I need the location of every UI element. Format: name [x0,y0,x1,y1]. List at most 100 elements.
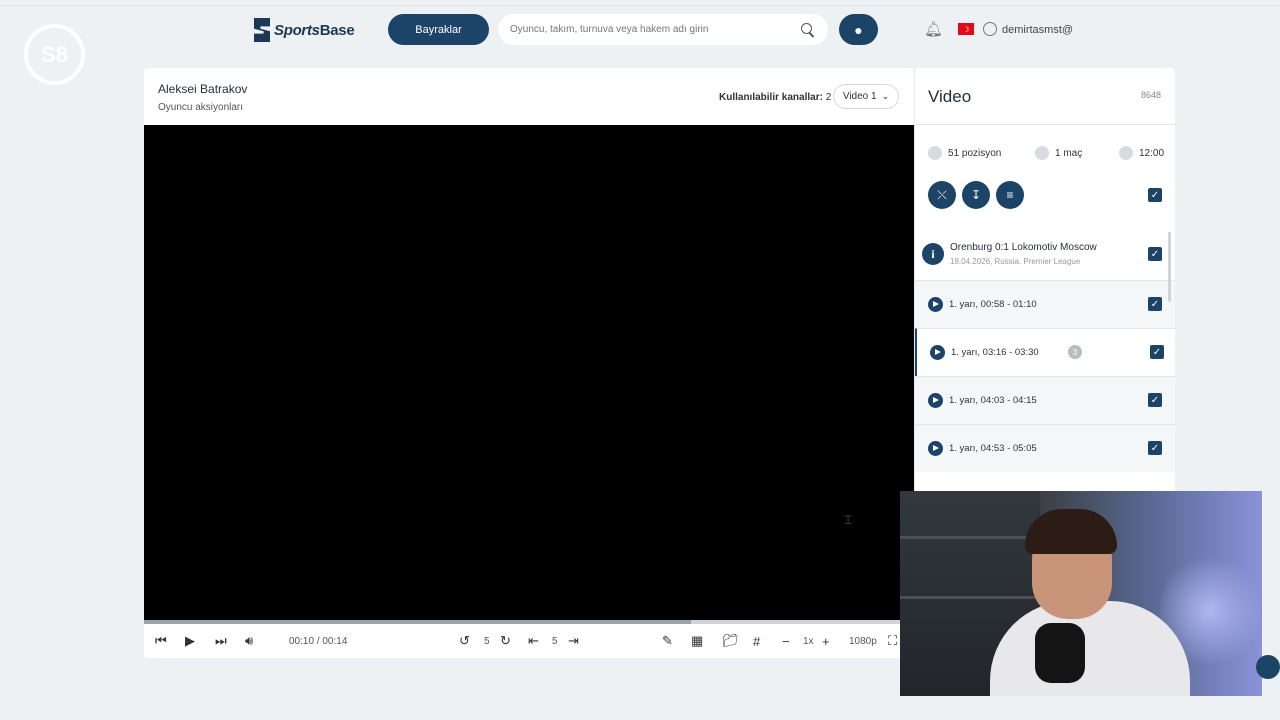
scrollbar[interactable] [1168,232,1171,302]
clip-checkbox[interactable]: ✓ [1148,441,1162,455]
webcam-overlay [900,491,1262,696]
quality-value[interactable]: 1080p [849,633,877,649]
video-progress-bar[interactable] [144,620,914,624]
side-title: Video [928,87,972,106]
logo-text: SportsBase [274,21,355,39]
duration-stat: 12:00 [1119,146,1164,160]
rewind-icon[interactable]: ↺ [459,633,470,649]
frame-step: 5 [552,635,558,647]
frame-forward-icon[interactable]: ⇥ [568,633,579,649]
user-avatar-icon[interactable] [983,22,997,36]
playlist-icon: ≡ [1006,188,1014,202]
channel-watermark-logo: S8 [24,24,85,85]
search-icon[interactable] [800,22,816,38]
stats-row: 51 pozisyon 1 maç 12:00 [928,146,1168,162]
play-icon[interactable]: ▶︎ [185,633,195,649]
side-count: 8648 [1140,90,1161,100]
search-input[interactable] [510,24,800,35]
chevron-down-icon: ⌄ [881,91,890,101]
available-channels: Kullanılabilir kanallar: 2 [719,92,831,103]
divider [915,124,1175,125]
play-clip-icon[interactable] [928,441,943,456]
forward-icon[interactable]: ↻ [500,633,511,649]
time-display: 00:10 / 00:14 [289,635,348,647]
clip-row[interactable]: 1. yarı, 04:03 - 04:15 ✓ [915,376,1175,424]
match-checkbox[interactable]: ✓ [1148,247,1162,261]
user-search-icon: ● [854,21,863,38]
speed-minus-icon[interactable]: − [782,633,790,649]
play-circle-icon [928,146,942,160]
play-clip-icon[interactable] [928,393,943,408]
clip-count-badge: 3 [1068,345,1082,359]
text-cursor-icon: ⌶ [844,512,853,528]
clip-row[interactable]: 1. yarı, 04:53 - 05:05 ✓ [915,424,1175,472]
stadium-icon [1035,146,1049,160]
download-button[interactable]: ↧ [962,181,990,209]
play-clip-icon[interactable] [930,345,945,360]
info-icon[interactable]: i [922,243,944,265]
video-select-value: Video 1 [842,91,877,102]
search-bar[interactable] [498,14,828,45]
player-name: Aleksei Batrakov [158,82,248,96]
previous-clip-icon[interactable]: ⏮︎ [155,633,167,649]
microphone [1035,623,1085,683]
player-subtitle: Oyuncu aksiyonları [158,102,244,113]
notification-bell-icon[interactable]: 🔔︎ [924,20,943,38]
draw-pencil-icon[interactable]: ✎ [662,633,673,649]
channels-count: 2 [825,92,832,103]
speed-value: 1x [803,635,814,647]
user-name[interactable]: demirtasmst@ [1002,24,1073,36]
clip-checkbox[interactable]: ✓ [1148,297,1162,311]
volume-icon[interactable]: 🔊︎ [245,633,253,649]
positions-stat: 51 pozisyon [928,146,1001,160]
grid-icon[interactable]: ▦ [691,633,703,649]
sportsbase-logo[interactable]: SportsBase [254,17,355,43]
channels-label: Kullanılabilir kanallar: [719,92,823,103]
match-subtitle: 18.04.2026, Russia. Premier League [950,257,1081,266]
player-search-button[interactable]: ● [839,14,878,45]
video-area[interactable] [144,125,914,620]
player-controls: ⏮︎ ▶︎ ⏭︎ 🔊︎ 00:10 / 00:14 ↺ 5 ↻ ⇤ 5 ⇥ ✎ … [144,626,914,658]
video-channel-select[interactable]: Video 1 ⌄ [833,84,899,109]
match-title: Orenburg 0:1 Lokomotiv Moscow [950,242,1097,253]
duration-value: 12:00 [1139,147,1165,159]
progress-fill [144,620,691,624]
hashtag-icon[interactable]: # [753,633,760,649]
logo-mark-icon [254,18,270,42]
action-buttons: ⤬ ↧ ≡ [928,181,1024,209]
clip-checkbox[interactable]: ✓ [1150,345,1164,359]
matches-stat: 1 maç [1035,146,1082,160]
clip-label: 1. yarı, 04:53 - 05:05 [949,443,1037,454]
select-all-checkbox[interactable]: ✓ [1148,188,1162,202]
player-header: Aleksei Batrakov Oyuncu aksiyonları Kull… [144,68,914,125]
positions-count: 51 pozisyon [948,147,1002,159]
frame-back-icon[interactable]: ⇤ [528,633,539,649]
clock-icon [1119,146,1133,160]
next-clip-icon[interactable]: ⏭︎ [215,633,227,649]
fullscreen-icon[interactable]: ⛶ [888,633,897,649]
share-icon: ⤬ [937,187,947,202]
clip-label: 1. yarı, 04:03 - 04:15 [949,395,1037,406]
rewind-seconds: 5 [484,635,490,647]
clip-label: 1. yarı, 00:58 - 01:10 [949,299,1037,310]
play-clip-icon[interactable] [928,297,943,312]
flags-button[interactable]: Bayraklar [388,14,489,45]
share-button[interactable]: ⤬ [928,181,956,209]
matches-count: 1 maç [1055,147,1083,159]
clip-label: 1. yarı, 03:16 - 03:30 [951,347,1039,358]
turkey-flag-icon[interactable]: ☽ [958,23,974,35]
shelf-board [900,596,1040,599]
chat-widget-icon[interactable] [1256,655,1280,679]
video-player-card: Aleksei Batrakov Oyuncu aksiyonları Kull… [144,68,914,658]
top-border [0,5,1280,6]
folder-icon[interactable]: 📁︎ [722,633,739,649]
clip-checkbox[interactable]: ✓ [1148,393,1162,407]
shelf-board [900,536,1040,539]
match-header: i Orenburg 0:1 Lokomotiv Moscow 18.04.20… [915,232,1175,280]
streamer-hair [1025,509,1117,554]
speed-plus-icon[interactable]: + [822,633,830,649]
download-icon: ↧ [970,188,982,202]
playlist-button[interactable]: ≡ [996,181,1024,209]
clip-row[interactable]: 1. yarı, 00:58 - 01:10 ✓ [915,280,1175,328]
clip-row[interactable]: 1. yarı, 03:16 - 03:30 3 ✓ [915,328,1175,376]
